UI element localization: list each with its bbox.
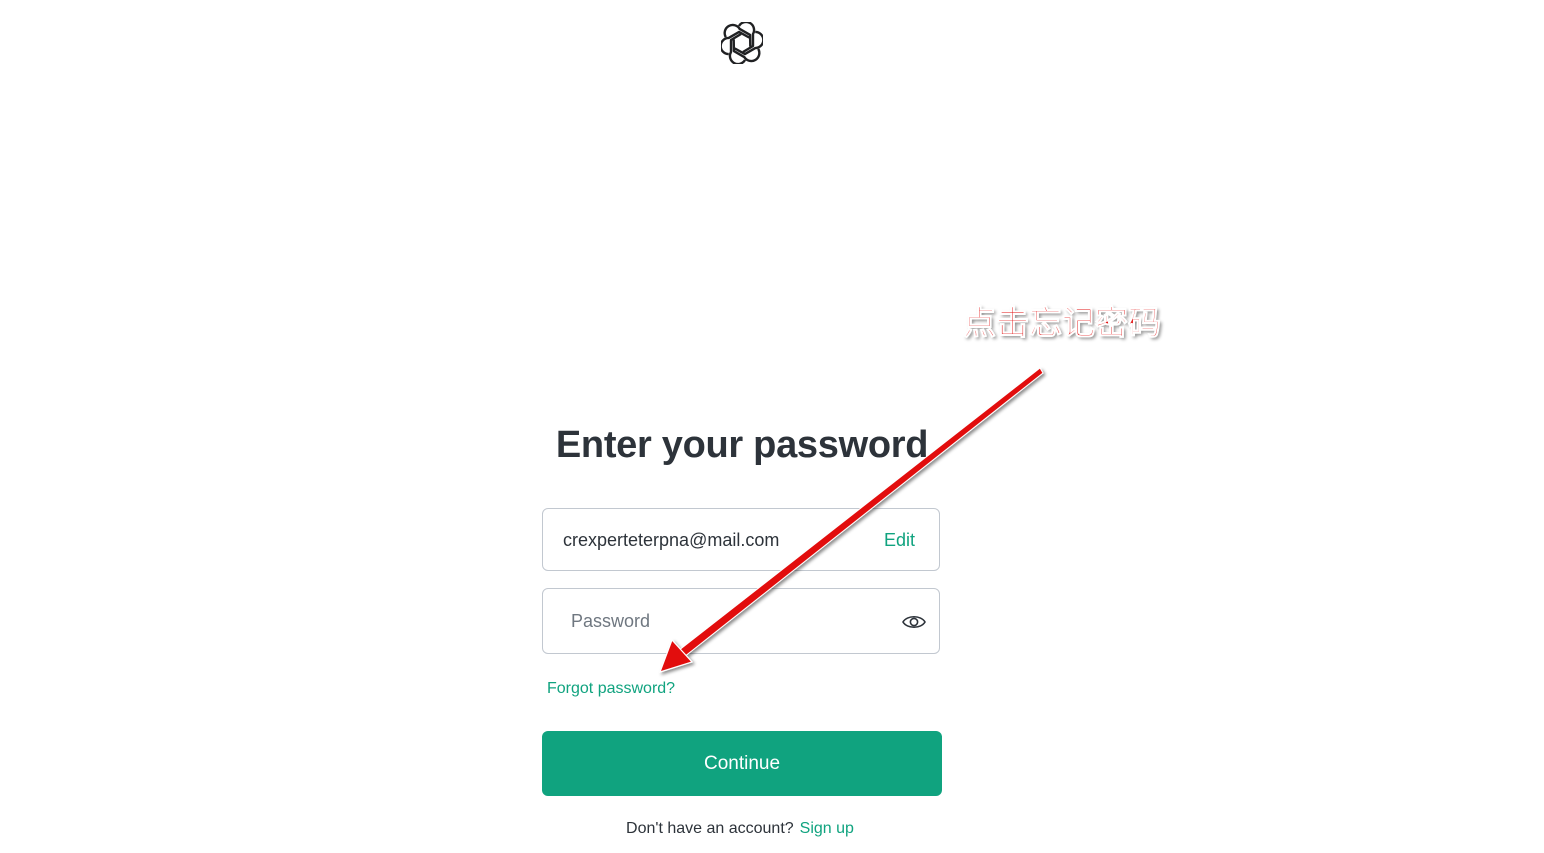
annotation-label: 点击忘记密码	[963, 303, 1162, 343]
openai-logo-icon	[719, 20, 765, 66]
edit-email-link[interactable]: Edit	[884, 530, 915, 551]
eye-icon[interactable]	[901, 609, 927, 635]
page-title: Enter your password	[555, 424, 929, 466]
password-input[interactable]	[544, 590, 884, 652]
login-page: Enter your password crexperteterpna@mail…	[0, 0, 1544, 853]
signup-row: Don't have an account? Sign up	[0, 820, 1480, 838]
email-display-field: crexperteterpna@mail.com Edit	[542, 508, 940, 571]
forgot-password-link[interactable]: Forgot password?	[547, 680, 675, 698]
continue-button[interactable]: Continue	[542, 731, 942, 796]
email-value: crexperteterpna@mail.com	[563, 530, 780, 550]
signup-prompt: Don't have an account?	[626, 820, 794, 837]
signup-link[interactable]: Sign up	[800, 820, 854, 837]
password-field	[542, 588, 940, 654]
